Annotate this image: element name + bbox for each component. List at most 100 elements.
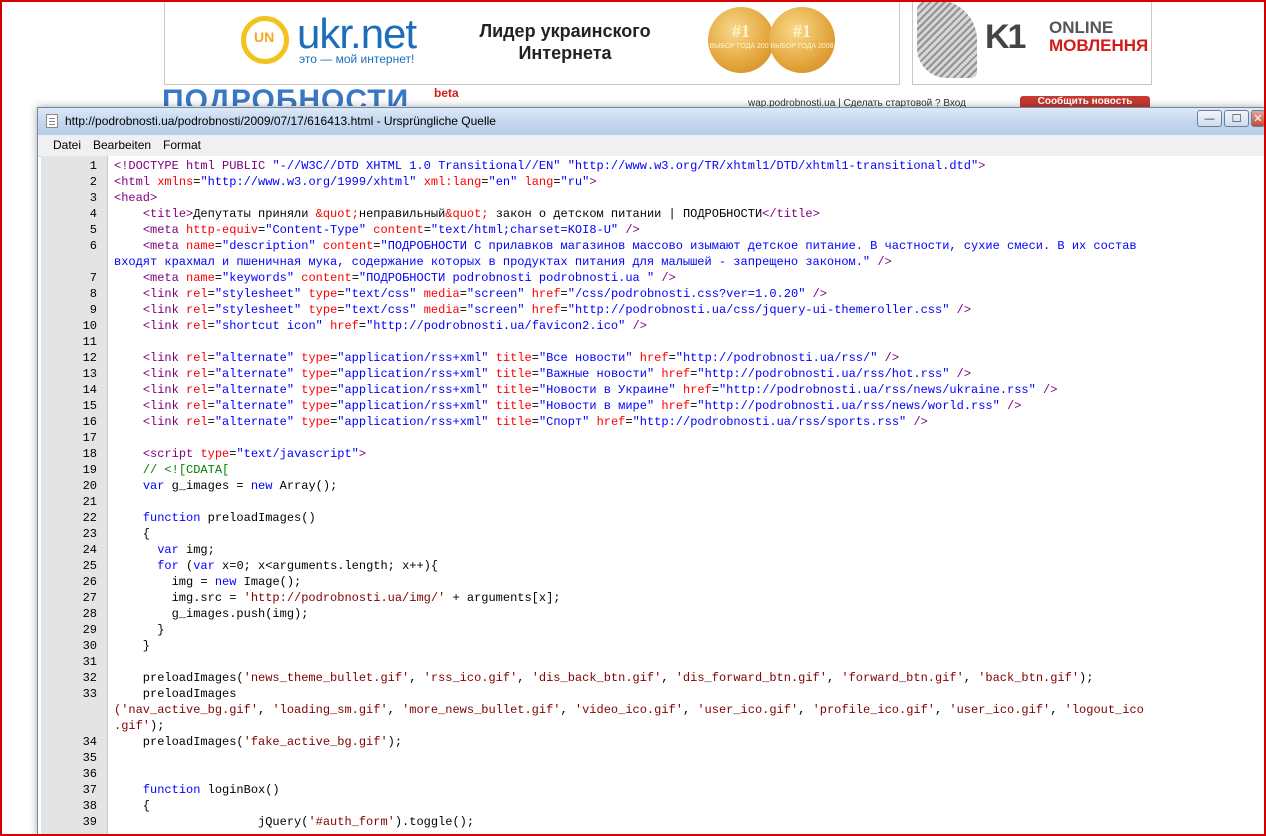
menu-bearbeiten[interactable]: Bearbeiten — [93, 138, 151, 152]
window-titlebar[interactable]: http://podrobnosti.ua/podrobnosti/2009/0… — [38, 108, 1265, 136]
ukr-leader-line2: Интернета — [518, 43, 612, 63]
line-code: <title>Депутаты приняли &quot;неправильн… — [142, 207, 820, 221]
window-title: http://podrobnosti.ua/podrobnosti/2009/0… — [65, 114, 496, 128]
line-code: function loginBox() — [142, 783, 280, 797]
ukr-logo-mark: UN — [254, 29, 275, 45]
line-number: 32 — [82, 671, 97, 685]
minimize-button[interactable]: — — [1197, 110, 1222, 127]
line-number: 19 — [82, 463, 97, 477]
line-number: 24 — [82, 543, 97, 557]
background-website: UN ukr.net это — мой интернет! Лидер укр… — [0, 0, 1266, 120]
line-number: 4 — [89, 207, 97, 221]
line-number: 39 — [82, 815, 97, 829]
line-number: 6 — [89, 239, 97, 253]
k1-logo: K1 — [985, 18, 1026, 56]
line-code: входят крахмал и пшеничная мука, содержа… — [114, 255, 892, 269]
line-number: 16 — [82, 415, 97, 429]
view-source-window: http://podrobnosti.ua/podrobnosti/2009/0… — [37, 107, 1266, 836]
line-code: <script type="text/javascript"> — [142, 447, 367, 461]
document-icon — [46, 114, 58, 128]
line-code: ('nav_active_bg.gif', 'loading_sm.gif', … — [114, 703, 1144, 717]
k1-movlennya-text: МОВЛЕННЯ — [1049, 36, 1149, 55]
line-code: <link rel="alternate" type="application/… — [142, 351, 900, 365]
medal-number: #1 — [793, 21, 811, 41]
line-code: .gif'); — [114, 719, 165, 733]
line-number: 12 — [82, 351, 97, 365]
line-code: <meta name="description" content="ПОДРОБ… — [142, 239, 1137, 253]
line-code: } — [114, 623, 165, 637]
line-number: 29 — [82, 623, 97, 637]
line-number: 28 — [82, 607, 97, 621]
line-code: img = new Image(); — [114, 575, 302, 589]
line-number: 1 — [89, 159, 97, 173]
menu-bar: Datei Bearbeiten Format — [38, 135, 1265, 157]
line-code: preloadImages('fake_active_bg.gif'); — [114, 735, 403, 749]
menu-datei[interactable]: Datei — [53, 138, 81, 152]
line-code: <meta http-equiv="Content-Type" content=… — [142, 223, 640, 237]
line-code: img.src = 'http://podrobnosti.ua/img/' +… — [114, 591, 561, 605]
line-number: 5 — [89, 223, 97, 237]
menu-format[interactable]: Format — [163, 138, 201, 152]
line-code: <link rel="stylesheet" type="text/css" m… — [142, 287, 827, 301]
line-number: 18 — [82, 447, 97, 461]
line-code: <html xmlns="http://www.w3.org/1999/xhtm… — [114, 175, 597, 189]
line-number: 27 — [82, 591, 97, 605]
line-number: 21 — [82, 495, 97, 509]
line-code: preloadImages('news_theme_bullet.gif', '… — [114, 671, 1094, 685]
line-number: 30 — [82, 639, 97, 653]
ukr-leader-line1: Лидер украинского — [479, 21, 651, 41]
k1-online-banner[interactable]: K1 ONLINE МОВЛЕННЯ — [912, 0, 1152, 85]
line-code: <link rel="shortcut icon" href="http://p… — [142, 319, 647, 333]
line-code: <meta name="keywords" content="ПОДРОБНОС… — [142, 271, 676, 285]
line-number: 3 — [89, 191, 97, 205]
ukr-leader-text: Лидер украинского Интернета — [465, 20, 665, 64]
line-number: 10 — [82, 319, 97, 333]
line-number: 34 — [82, 735, 97, 749]
line-number: 33 — [82, 687, 97, 701]
line-number: 7 — [89, 271, 97, 285]
close-button[interactable]: ✕ — [1251, 110, 1265, 127]
medal-icon: #1 ВЫБОР ГОДА 2008 — [769, 7, 835, 73]
maximize-button[interactable]: ☐ — [1224, 110, 1249, 127]
line-code: <link rel="alternate" type="application/… — [142, 367, 972, 381]
line-number: 17 — [82, 431, 97, 445]
line-code: for (var x=0; x<arguments.length; x++){ — [157, 559, 439, 573]
line-number: 26 — [82, 575, 97, 589]
line-code: <link rel="alternate" type="application/… — [142, 399, 1022, 413]
line-code: function preloadImages() — [142, 511, 316, 525]
line-number: 22 — [82, 511, 97, 525]
line-number: 13 — [82, 367, 97, 381]
beta-label: beta — [434, 86, 459, 100]
line-number: 35 — [82, 751, 97, 765]
line-code: { — [114, 799, 151, 813]
ukr-net-name: ukr.net — [297, 10, 417, 57]
line-code: // <![CDATA[ — [142, 463, 230, 477]
line-code: g_images.push(img); — [114, 607, 309, 621]
medal-caption: ВЫБОР ГОДА 2008 — [770, 43, 834, 50]
line-code: <link rel="alternate" type="application/… — [142, 383, 1058, 397]
line-code: jQuery('#auth_form').toggle(); — [114, 815, 475, 829]
satellite-dish-icon — [917, 0, 977, 78]
line-number: 15 — [82, 399, 97, 413]
line-number: 11 — [82, 335, 97, 349]
line-number: 9 — [89, 303, 97, 317]
line-number: 2 — [89, 175, 97, 189]
k1-online-text: ONLINE — [1049, 18, 1114, 37]
line-number: 8 — [89, 287, 97, 301]
line-code: var g_images = new Array(); — [142, 479, 338, 493]
line-code: var img; — [157, 543, 215, 557]
source-code-view[interactable]: 1 <!DOCTYPE html PUBLIC "-//W3C//DTD XHTM… — [41, 156, 1265, 835]
line-number: 37 — [82, 783, 97, 797]
line-number: 14 — [82, 383, 97, 397]
line-number: 25 — [82, 559, 97, 573]
line-code: <head> — [114, 191, 158, 205]
ukr-net-logo-icon: UN — [241, 16, 289, 64]
line-number: 20 — [82, 479, 97, 493]
medal-number: #1 — [732, 21, 750, 41]
ukr-net-slogan: это — мой интернет! — [299, 52, 415, 66]
line-number: 36 — [82, 767, 97, 781]
line-code: { — [114, 527, 151, 541]
podrobnosti-logo[interactable]: ПОДРОБНОСТИ — [162, 84, 409, 106]
ukr-net-banner[interactable]: UN ukr.net это — мой интернет! Лидер укр… — [164, 0, 900, 85]
line-number: 23 — [82, 527, 97, 541]
